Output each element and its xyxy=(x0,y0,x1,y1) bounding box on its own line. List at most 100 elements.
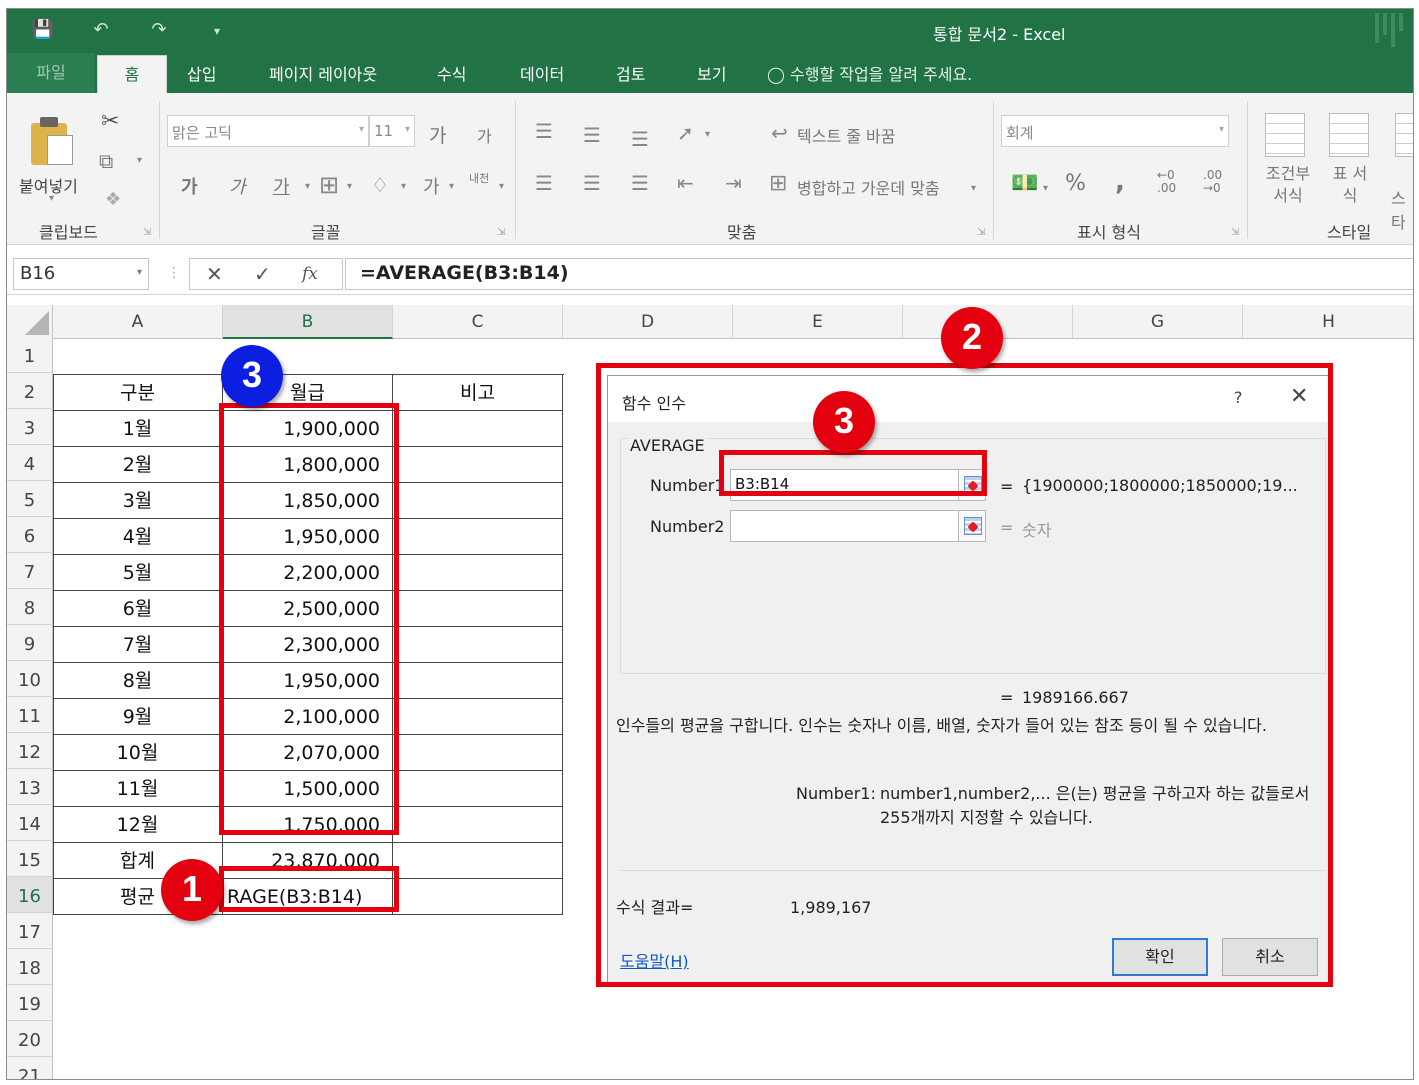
border-dropdown-icon[interactable]: ▾ xyxy=(347,181,352,192)
cell-c10[interactable] xyxy=(393,663,563,699)
comma-button[interactable]: , xyxy=(1115,167,1125,197)
row-header-14[interactable]: 14 xyxy=(7,805,53,841)
row-header-7[interactable]: 7 xyxy=(7,553,53,589)
cell-a13[interactable]: 11월 xyxy=(53,771,223,807)
copy-icon[interactable]: ⧉ xyxy=(99,149,113,173)
row-header-11[interactable]: 11 xyxy=(7,697,53,733)
tab-formulas[interactable]: 수식 xyxy=(437,61,466,85)
merge-center-icon[interactable]: ⊞ xyxy=(769,171,787,196)
column-header-b[interactable]: B xyxy=(223,305,393,339)
align-top-icon[interactable]: ☰ xyxy=(535,119,553,143)
cell-styles-button[interactable]: 스타 xyxy=(1391,185,1413,233)
tab-page-layout[interactable]: 페이지 레이아웃 xyxy=(269,61,377,85)
format-painter-icon[interactable]: ❖ xyxy=(105,189,121,210)
cell-c9[interactable] xyxy=(393,627,563,663)
align-center-icon[interactable]: ☰ xyxy=(583,171,601,195)
row-header-8[interactable]: 8 xyxy=(7,589,53,625)
format-table-icon[interactable] xyxy=(1329,113,1369,157)
cell-c15[interactable] xyxy=(393,843,563,879)
row-header-16[interactable]: 16 xyxy=(7,877,53,913)
row-header-12[interactable]: 12 xyxy=(7,733,53,769)
wrap-text-button[interactable]: 텍스트 줄 바꿈 xyxy=(797,123,896,147)
row-header-3[interactable]: 3 xyxy=(7,409,53,445)
shrink-font-button[interactable]: 가 xyxy=(477,123,492,147)
cell-a12[interactable]: 10월 xyxy=(53,735,223,771)
phonetic-dropdown-icon[interactable]: ▾ xyxy=(499,181,504,192)
column-header-d[interactable]: D xyxy=(563,305,733,339)
customize-icon[interactable]: ▾ xyxy=(205,19,229,43)
tab-review[interactable]: 검토 xyxy=(616,61,645,85)
cell-c3[interactable] xyxy=(393,411,563,447)
column-header-e[interactable]: E xyxy=(733,305,903,339)
italic-button[interactable]: 가 xyxy=(229,173,246,199)
border-icon[interactable]: ⊞ xyxy=(319,171,339,199)
cell-c4[interactable] xyxy=(393,447,563,483)
orientation-icon[interactable]: ➚ xyxy=(677,121,694,145)
accounting-dropdown-icon[interactable]: ▾ xyxy=(1043,183,1048,194)
row-header-21[interactable]: 21 xyxy=(7,1057,53,1079)
tab-view[interactable]: 보기 xyxy=(697,61,726,85)
cell-styles-icon[interactable] xyxy=(1395,113,1413,157)
number-launcher-icon[interactable]: ⇲ xyxy=(1231,227,1239,238)
row-header-2[interactable]: 2 xyxy=(7,373,53,409)
font-color-dropdown-icon[interactable]: ▾ xyxy=(449,181,454,192)
clipboard-launcher-icon[interactable]: ⇲ xyxy=(143,227,151,238)
insert-function-icon[interactable]: fx xyxy=(302,264,318,284)
cell-c16[interactable] xyxy=(393,879,563,915)
row-header-4[interactable]: 4 xyxy=(7,445,53,481)
column-header-a[interactable]: A xyxy=(53,305,223,339)
alignment-launcher-icon[interactable]: ⇲ xyxy=(977,227,985,238)
column-header-h[interactable]: H xyxy=(1243,305,1413,339)
row-header-6[interactable]: 6 xyxy=(7,517,53,553)
merge-center-button[interactable]: 병합하고 가운데 맞춤 xyxy=(797,175,940,199)
cell-a4[interactable]: 2월 xyxy=(53,447,223,483)
paste-dropdown-icon[interactable]: ▾ xyxy=(49,193,54,204)
merge-dropdown-icon[interactable]: ▾ xyxy=(971,183,976,194)
fill-color-icon[interactable]: ♢ xyxy=(371,173,389,197)
increase-indent-icon[interactable]: ⇥ xyxy=(725,171,742,195)
row-header-13[interactable]: 13 xyxy=(7,769,53,805)
name-box[interactable]: B16 ▾ xyxy=(13,258,149,290)
orientation-dropdown-icon[interactable]: ▾ xyxy=(705,129,710,140)
cell-a3[interactable]: 1월 xyxy=(53,411,223,447)
cancel-icon[interactable]: ✕ xyxy=(206,262,223,286)
enter-icon[interactable]: ✓ xyxy=(254,262,271,286)
underline-button[interactable]: 가 xyxy=(273,173,290,199)
redo-icon[interactable]: ↷ xyxy=(147,19,171,43)
align-middle-icon[interactable]: ☰ xyxy=(583,123,601,147)
cell-c13[interactable] xyxy=(393,771,563,807)
cell-c7[interactable] xyxy=(393,555,563,591)
cell-a7[interactable]: 5월 xyxy=(53,555,223,591)
cell-c14[interactable] xyxy=(393,807,563,843)
tab-file[interactable]: 파일 xyxy=(7,53,95,93)
decrease-indent-icon[interactable]: ⇤ xyxy=(677,171,694,195)
format-table-button[interactable]: 표 서식 xyxy=(1327,163,1373,207)
row-header-20[interactable]: 20 xyxy=(7,1021,53,1057)
undo-icon[interactable]: ↶ xyxy=(89,19,113,43)
column-header-c[interactable]: C xyxy=(393,305,563,339)
cut-icon[interactable]: ✂ xyxy=(101,109,119,134)
font-launcher-icon[interactable]: ⇲ xyxy=(497,227,505,238)
cell-a14[interactable]: 12월 xyxy=(53,807,223,843)
cell-c6[interactable] xyxy=(393,519,563,555)
formula-input[interactable]: =AVERAGE(B3:B14) xyxy=(345,258,1413,290)
cell-a5[interactable]: 3월 xyxy=(53,483,223,519)
cell-a8[interactable]: 6월 xyxy=(53,591,223,627)
cell-a2[interactable]: 구분 xyxy=(53,375,223,411)
decrease-decimal-button[interactable]: .00 →0 xyxy=(1203,169,1237,195)
cell-a11[interactable]: 9월 xyxy=(53,699,223,735)
cell-c12[interactable] xyxy=(393,735,563,771)
underline-dropdown-icon[interactable]: ▾ xyxy=(305,181,310,192)
cell-c5[interactable] xyxy=(393,483,563,519)
conditional-format-button[interactable]: 조건부 서식 xyxy=(1261,163,1315,207)
tab-insert[interactable]: 삽입 xyxy=(187,61,216,85)
cell-a6[interactable]: 4월 xyxy=(53,519,223,555)
cell-c8[interactable] xyxy=(393,591,563,627)
align-bottom-icon[interactable]: ☰ xyxy=(631,127,649,151)
percent-button[interactable]: % xyxy=(1065,171,1086,196)
cell-a10[interactable]: 8월 xyxy=(53,663,223,699)
copy-dropdown-icon[interactable]: ▾ xyxy=(137,155,142,166)
font-name-select[interactable]: 맑은 고딕 ▾ xyxy=(167,115,369,147)
number-format-select[interactable]: 회계 ▾ xyxy=(1001,115,1229,147)
fill-color-dropdown-icon[interactable]: ▾ xyxy=(401,181,406,192)
